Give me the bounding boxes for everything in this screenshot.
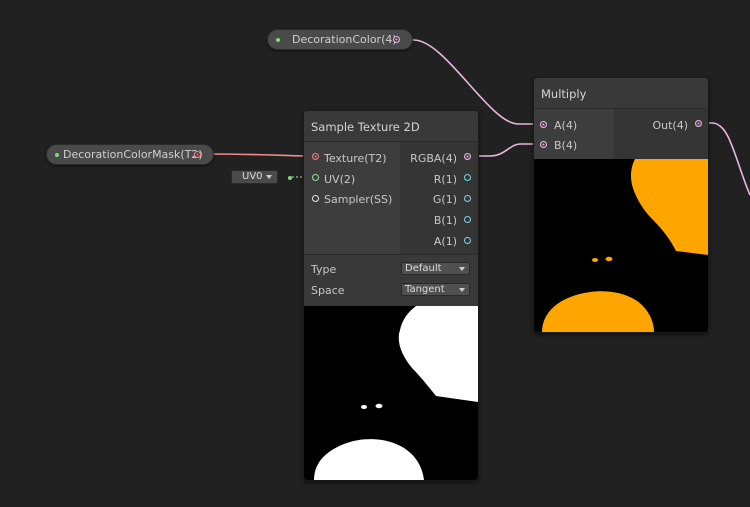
b-output-label: B(1) — [433, 214, 457, 227]
decoration-color-label: DecorationColor(4) — [292, 33, 397, 46]
sample-texture-2d-node[interactable]: Sample Texture 2D Texture(T2) UV(2) Samp… — [303, 110, 479, 481]
decoration-color-mask-label: DecorationColorMask(T2) — [63, 148, 203, 161]
decoration-color-mask-property[interactable]: DecorationColorMask(T2) — [46, 144, 214, 165]
sampler-input-port[interactable] — [312, 195, 319, 202]
node-title: Sample Texture 2D — [311, 120, 420, 134]
uv-input-label: UV(2) — [324, 173, 356, 186]
property-dot-icon — [276, 38, 280, 42]
node-header[interactable]: Multiply — [534, 78, 708, 109]
type-dropdown[interactable]: Default — [401, 262, 470, 275]
property-dot-icon — [55, 153, 59, 157]
g-output-port[interactable] — [464, 195, 471, 202]
type-value: Default — [405, 263, 442, 274]
b-output-port[interactable] — [464, 216, 471, 223]
rgba-output-port[interactable] — [464, 153, 471, 160]
wire-rgba-to-b — [470, 143, 536, 157]
r-output-label: R(1) — [433, 173, 457, 186]
multiply-preview — [534, 159, 708, 332]
a-output-label: A(1) — [433, 235, 457, 248]
g-output-label: G(1) — [432, 193, 457, 206]
node-title: Multiply — [541, 87, 587, 101]
uv-dropdown-connector-dot — [288, 176, 292, 180]
b-input-label: B(4) — [554, 139, 578, 152]
wire-mask-to-texture — [203, 153, 317, 157]
out-output-port[interactable] — [695, 120, 702, 127]
a-input-port[interactable] — [540, 121, 547, 128]
space-dropdown[interactable]: Tangent — [401, 283, 470, 296]
space-value: Tangent — [405, 284, 445, 295]
r-output-port[interactable] — [464, 174, 471, 181]
space-label: Space — [311, 284, 345, 297]
a-input-label: A(4) — [554, 119, 578, 132]
multiply-preview-image — [542, 159, 708, 332]
texture-input-port[interactable] — [312, 153, 319, 160]
multiply-node[interactable]: Multiply A(4) B(4) Out(4) — [533, 77, 709, 333]
uv-channel-dropdown[interactable]: UV0 — [231, 170, 278, 184]
chevron-down-icon — [459, 267, 465, 271]
decoration-color-mask-output-port[interactable] — [194, 151, 201, 158]
output-ports-panel — [614, 109, 708, 159]
texture-preview-image — [314, 306, 478, 480]
node-header[interactable]: Sample Texture 2D — [304, 111, 478, 142]
sampler-input-label: Sampler(SS) — [324, 193, 393, 206]
b-input-port[interactable] — [540, 141, 547, 148]
decoration-color-property[interactable]: DecorationColor(4) — [267, 29, 413, 50]
a-output-port[interactable] — [464, 237, 471, 244]
texture-preview — [304, 306, 478, 480]
chevron-down-icon — [459, 288, 465, 292]
rgba-output-label: RGBA(4) — [410, 152, 457, 165]
texture-input-label: Texture(T2) — [324, 152, 387, 165]
uv-channel-value: UV0 — [242, 171, 263, 182]
type-label: Type — [311, 263, 337, 276]
uv-input-port[interactable] — [312, 174, 319, 181]
out-output-label: Out(4) — [652, 119, 688, 132]
decoration-color-output-port[interactable] — [393, 36, 400, 43]
chevron-down-icon — [266, 175, 272, 179]
